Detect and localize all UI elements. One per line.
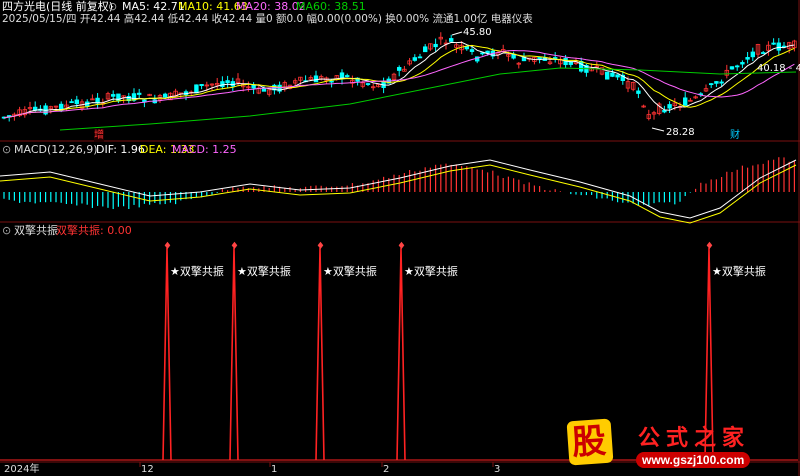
candle-body — [162, 93, 168, 98]
candle-body — [745, 57, 750, 60]
candle-body — [225, 80, 230, 84]
right-price-label: 40.18 - 40 — [757, 63, 800, 74]
gem-icon: ♦ — [397, 241, 406, 252]
candle-body — [750, 51, 755, 58]
watermark-logo-char: 股 — [570, 420, 608, 464]
candle-body — [417, 56, 423, 59]
signal-label-3: ★双擎共振 — [323, 265, 377, 278]
candle-body — [735, 65, 740, 68]
candle-body — [610, 72, 615, 77]
gem-icon: ♦ — [705, 241, 714, 252]
time-label-1: 1 — [271, 464, 278, 475]
macd-title: MACD(12,26,9) — [14, 143, 98, 156]
candle-body — [714, 81, 719, 84]
candle-body — [74, 99, 79, 105]
candle-body — [464, 46, 469, 50]
candle-body — [111, 94, 116, 97]
candle-body — [136, 92, 142, 95]
signal-spike — [315, 247, 325, 461]
low-pointer — [651, 127, 665, 132]
gem-icon: ♦ — [163, 241, 172, 252]
candle-body — [69, 101, 74, 104]
signal-spike — [162, 247, 172, 461]
candle-body — [636, 90, 641, 94]
watermark-url: www.gszj100.com — [636, 452, 751, 468]
candle-body — [667, 104, 672, 109]
signal-label-2: ★双擎共振 — [237, 265, 291, 278]
moving-average-lines — [3, 41, 797, 131]
candle-body — [220, 81, 225, 88]
candle-body — [396, 67, 402, 71]
candle-body — [469, 49, 475, 52]
candle-body — [615, 74, 620, 78]
gem-icon: ♦ — [230, 241, 239, 252]
watermark-logo: 股 — [566, 418, 614, 466]
gem-icon: ♦ — [316, 241, 325, 252]
candle-body — [329, 80, 334, 83]
signal-dropdown-icon[interactable]: ⊙ — [2, 224, 11, 237]
candle-body — [776, 42, 781, 51]
candle-body — [433, 43, 438, 48]
candle-body — [605, 71, 610, 80]
candle-body — [719, 81, 724, 84]
macd-value: MACD: 1.25 — [172, 143, 237, 156]
signal-value: 双擎共振: 0.00 — [56, 224, 132, 237]
candle-body — [230, 81, 235, 87]
dea-line — [0, 164, 797, 224]
cai-marker: 财 — [730, 130, 740, 141]
candle-body — [771, 42, 776, 45]
ma10-line — [3, 44, 795, 119]
time-label-3: 3 — [494, 464, 501, 475]
candle-body — [537, 57, 542, 59]
macd-dif: DIF: 1.96 — [96, 143, 145, 156]
price-candles — [1, 32, 797, 122]
candle-body — [251, 84, 256, 89]
high-pointer — [451, 31, 463, 36]
time-ticks — [139, 462, 494, 467]
candle-body — [194, 84, 199, 94]
low-price-label: 28.28 — [666, 127, 695, 138]
high-price-label: 45.80 — [463, 27, 492, 38]
signal-label-1: ★双擎共振 — [170, 265, 224, 278]
candle-body — [422, 46, 428, 53]
signal-spike — [229, 247, 239, 461]
watermark: 股 公式之家 www.gszj100.com — [560, 418, 796, 474]
signal-title: 双擎共振 — [14, 224, 58, 237]
time-label-2: 2 — [383, 464, 390, 475]
candle-body — [662, 110, 667, 113]
macd-dropdown-icon[interactable]: ⊙ — [2, 143, 11, 156]
watermark-site-name: 公式之家 — [638, 425, 751, 451]
candle-body — [709, 83, 714, 86]
signal-spike — [396, 247, 406, 461]
candle-body — [448, 38, 454, 42]
chart-canvas — [0, 0, 800, 476]
macd-lines — [0, 159, 797, 224]
candle-body — [412, 57, 417, 61]
candle-body — [761, 52, 766, 54]
signal-label-4: ★双擎共振 — [404, 265, 458, 278]
dif-line — [0, 159, 797, 219]
signal-label-5: ★双擎共振 — [712, 265, 766, 278]
candle-body — [365, 83, 371, 85]
candle-body — [579, 60, 584, 72]
time-label-year: 2024年 — [4, 464, 40, 475]
zeng-marker: 增 — [94, 129, 104, 142]
candle-body — [344, 75, 350, 77]
candle-body — [683, 97, 688, 106]
time-label-12: 12 — [141, 464, 154, 475]
candle-body — [740, 62, 745, 65]
candle-body — [729, 66, 735, 70]
candle-body — [313, 75, 319, 83]
candle-body — [199, 84, 204, 87]
candle-body — [480, 52, 485, 55]
